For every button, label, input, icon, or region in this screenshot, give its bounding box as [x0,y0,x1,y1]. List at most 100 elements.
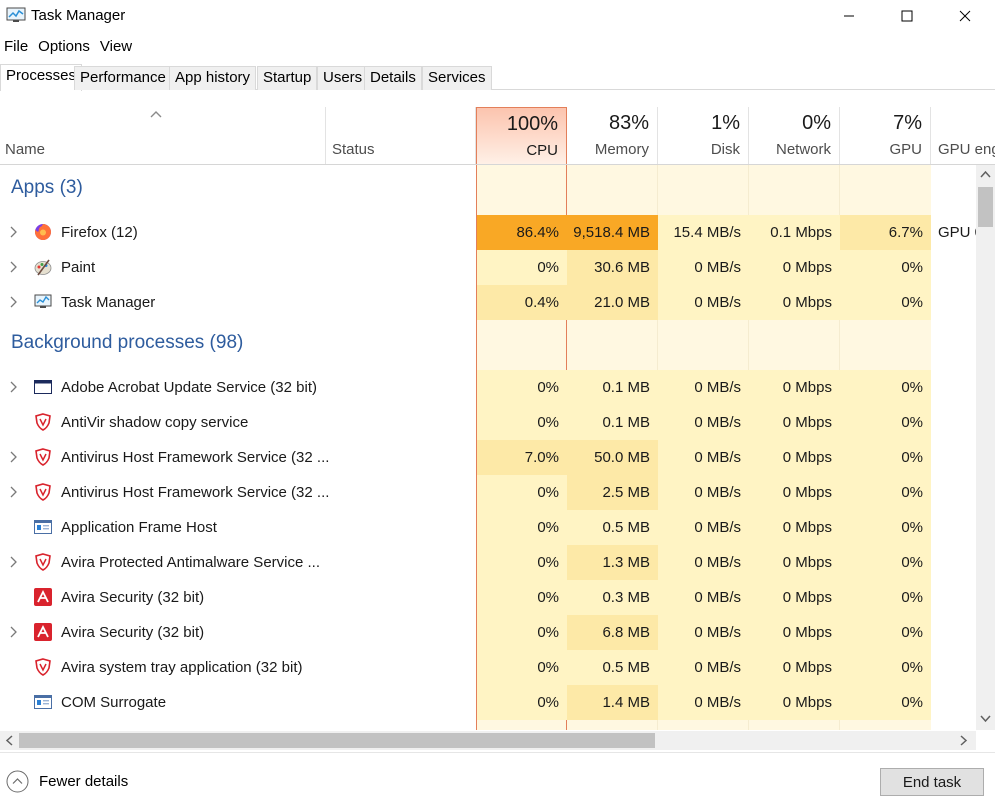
scroll-left-icon[interactable] [5,735,13,746]
task-manager-icon [6,7,26,22]
memory-cell: 0.1 MB [567,405,658,440]
gpu-cell: 0% [840,475,931,510]
disk-cell: 15.4 MB/s [658,215,749,250]
process-name: AntiVir shadow copy service [61,414,249,431]
process-row[interactable]: Paint 0% 30.6 MB 0 MB/s 0 Mbps 0% [0,250,976,285]
gpu-cell: 0% [840,545,931,580]
memory-cell: 1.3 MB [567,545,658,580]
gpu-cell: 0% [840,370,931,405]
memory-cell: 0.5 MB [567,650,658,685]
expand-chevron-icon[interactable] [8,625,18,639]
process-row[interactable]: AntiVir shadow copy service 0% 0.1 MB 0 MB/… [0,405,976,440]
scroll-right-icon[interactable] [960,735,968,746]
gpu-cell: 0% [840,250,931,285]
group-header-background: Background processes (98) [0,332,976,367]
menu-file[interactable]: File [0,36,33,58]
cpu-cell: 86.4% [477,215,567,250]
network-cell: 0 Mbps [749,650,840,685]
paint-icon [34,258,52,276]
process-row[interactable]: Avira Security (32 bit) 0% 0.3 MB 0 MB/s 0 M… [0,580,976,615]
process-name: Task Manager [61,294,156,311]
avira-shield-icon [34,413,52,431]
disk-cell: 0 MB/s [658,615,749,650]
gpu-cell: 0% [840,650,931,685]
expand-chevron-icon[interactable] [8,450,18,464]
expand-chevron-icon[interactable] [8,225,18,239]
avira-logo-icon [34,623,52,641]
expand-chevron-icon[interactable] [8,485,18,499]
tab-startup[interactable]: Startup [257,66,318,90]
group-title-background: Background processes (98) [11,332,244,353]
firefox-icon [34,223,52,241]
column-gpu-engine[interactable]: GPU eng [931,107,995,164]
cpu-cell: 7.0% [477,440,567,475]
column-name-label: Name [5,141,46,158]
process-row[interactable]: Firefox (12) 86.4% 9,518.4 MB 15.4 MB/s 0.1 … [0,215,976,250]
tab-details[interactable]: Details [364,66,422,90]
tab-performance[interactable]: Performance [74,66,172,90]
minimize-button[interactable] [820,0,878,32]
close-button[interactable] [936,0,994,32]
gpu-cell: 6.7% [840,215,931,250]
close-icon [959,10,971,22]
column-cpu[interactable]: 100% CPU [476,107,567,164]
process-row[interactable]: Task Manager 0.4% 21.0 MB 0 MB/s 0 Mbps 0% [0,285,976,320]
process-name: Antivirus Host Framework Service (32 ... [61,449,330,466]
network-cell: 0.1 Mbps [749,215,840,250]
cpu-cell: 0% [477,405,567,440]
disk-cell: 0 MB/s [658,545,749,580]
end-task-button[interactable]: End task [880,768,984,796]
process-row[interactable]: COM Surrogate 0% 1.4 MB 0 MB/s 0 Mbps 0% [0,685,976,720]
network-cell: 0 Mbps [749,545,840,580]
service-window-icon [34,378,52,396]
expand-chevron-icon[interactable] [8,380,18,394]
process-list: Apps (3) Background processes (98) Firef… [0,165,976,730]
process-name: Avira Security (32 bit) [61,589,205,606]
process-row[interactable]: Application Frame Host 0% 0.5 MB 0 MB/s 0 Mb… [0,510,976,545]
fewer-details-button[interactable]: Fewer details [6,770,128,793]
gpu-label: GPU [889,141,922,158]
scroll-down-icon[interactable] [980,715,991,723]
process-row[interactable]: Avira system tray application (32 bit) 0%… [0,650,976,685]
tab-users[interactable]: Users [317,66,369,90]
memory-cell: 1.4 MB [567,685,658,720]
gpu-cell: 0% [840,615,931,650]
scroll-up-icon[interactable] [980,170,991,178]
gpu-cell: 0% [840,440,931,475]
process-name: Adobe Acrobat Update Service (32 bit) [61,379,317,396]
process-row[interactable]: Avira Security (32 bit) 0% 6.8 MB 0 MB/s 0 M… [0,615,976,650]
tab-services[interactable]: Services [422,66,492,90]
footer: Fewer details End task [0,752,995,811]
gpu-cell: 0% [840,580,931,615]
vertical-scroll-thumb[interactable] [978,187,993,227]
horizontal-scroll-thumb[interactable] [19,733,655,748]
expand-chevron-icon[interactable] [8,260,18,274]
horizontal-scrollbar[interactable] [0,731,976,750]
gpu-engine-cell: GPU 0 [938,224,976,241]
menu-view[interactable]: View [95,36,137,58]
memory-cell: 0.1 MB [567,370,658,405]
column-status[interactable]: Status [326,107,476,164]
column-network[interactable]: 0% Network [749,107,840,164]
maximize-button[interactable] [878,0,936,32]
tab-app-history[interactable]: App history [169,66,257,90]
vertical-scrollbar[interactable] [976,165,995,730]
process-row[interactable]: Antivirus Host Framework Service (32 ...… [0,440,976,475]
process-name: Avira system tray application (32 bit) [61,659,303,676]
process-row[interactable]: Avira Protected Antimalware Service ... 0… [0,545,976,580]
tab-processes[interactable]: Processes [0,64,83,91]
expand-chevron-icon[interactable] [8,555,18,569]
column-name[interactable]: Name [0,107,326,164]
expand-chevron-icon[interactable] [8,295,18,309]
column-disk[interactable]: 1% Disk [658,107,749,164]
process-row[interactable]: Antivirus Host Framework Service (32 ...… [0,475,976,510]
gpu-cell: 0% [840,510,931,545]
process-row[interactable]: Adobe Acrobat Update Service (32 bit) 0% 0… [0,370,976,405]
column-memory[interactable]: 83% Memory [567,107,658,164]
column-gpu[interactable]: 7% GPU [840,107,931,164]
maximize-icon [901,10,913,22]
memory-cell: 9,518.4 MB [567,215,658,250]
disk-cell: 0 MB/s [658,440,749,475]
menu-options[interactable]: Options [33,36,95,58]
avira-shield-icon [34,553,52,571]
